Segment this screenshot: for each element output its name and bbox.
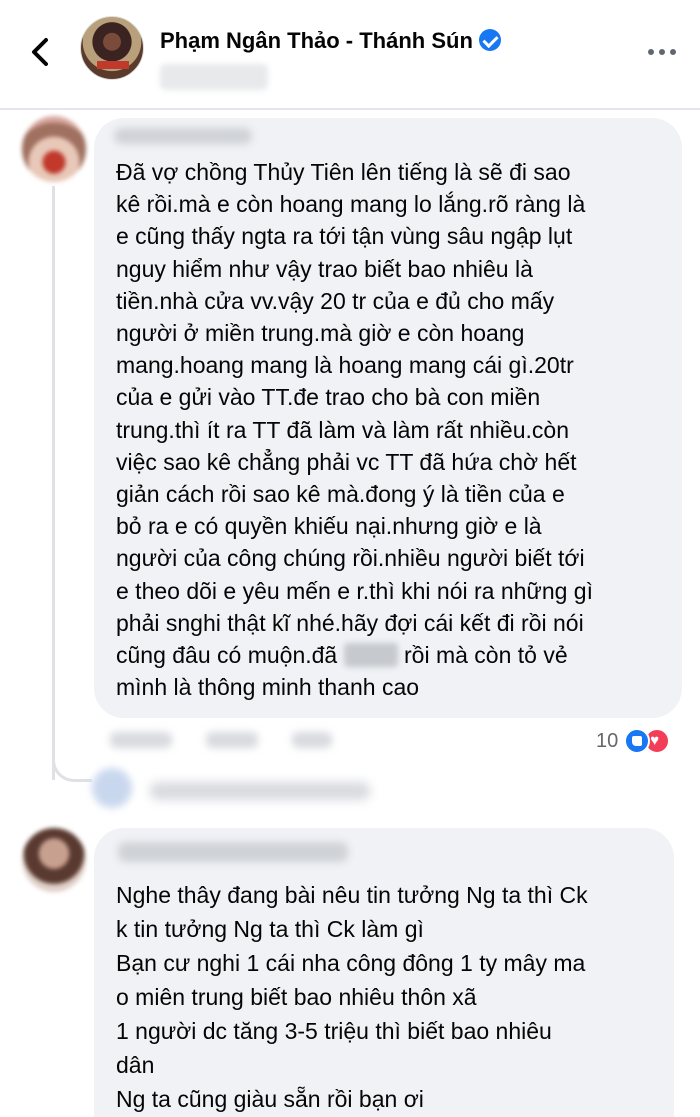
comment-line: mình là thông minh thanh cao bbox=[116, 674, 420, 701]
page-name-text[interactable]: Phạm Ngân Thảo - Thánh Sún bbox=[160, 28, 473, 53]
comment-line: dân bbox=[116, 1052, 155, 1078]
comment-line: trung.thì ít ra TT đã làm và làm rất nhi… bbox=[116, 416, 569, 443]
comment-line: k tin tưởng Ng ta thì Ck làm gì bbox=[116, 916, 424, 942]
time-blurred bbox=[292, 732, 332, 748]
post-header: Phạm Ngân Thảo - Thánh Sún bbox=[0, 0, 700, 108]
comment-line-part: cũng đâu có muộn.đã bbox=[116, 642, 338, 669]
commenter-avatar[interactable] bbox=[22, 828, 86, 892]
comment-text: Đã vợ chồng Thủy Tiên lên tiếng là sẽ đi… bbox=[116, 156, 676, 703]
page-avatar[interactable] bbox=[80, 16, 144, 80]
reply-action-blurred[interactable] bbox=[206, 732, 258, 748]
comment-line: cũng đâu có muộn.đã rồi mà còn tỏ vẻ bbox=[116, 639, 676, 671]
comment-bubble: Nghe thây đang bài nêu tin tưởng Ng ta t… bbox=[94, 828, 674, 1117]
commenter-name-blurred[interactable] bbox=[114, 128, 252, 144]
censored-word bbox=[343, 643, 398, 668]
comment-line: o miên trung biết bao nhiêu thôn xã bbox=[116, 984, 477, 1010]
more-dot bbox=[670, 49, 676, 55]
header-divider bbox=[0, 108, 700, 110]
reply-preview-blurred[interactable] bbox=[150, 782, 370, 800]
comment-line: kê rồi.mà e còn hoang mang lo lắng.rõ rà… bbox=[116, 191, 586, 218]
comment-text: Nghe thây đang bài nêu tin tưởng Ng ta t… bbox=[116, 878, 666, 1116]
back-button[interactable] bbox=[24, 34, 60, 70]
like-action-blurred[interactable] bbox=[110, 732, 172, 748]
comment-line: Đã vợ chồng Thủy Tiên lên tiếng là sẽ đi… bbox=[116, 159, 571, 185]
reaction-count: 10 bbox=[596, 729, 619, 752]
comment-line: e theo dõi e yêu mến e r.thì khi nói ra … bbox=[116, 577, 593, 604]
comment-line: bỏ ra e có quyền khiếu nại.nhưng giờ e l… bbox=[116, 513, 542, 540]
comment-line: tiền.nhà cửa vv.vậy 20 tr của e đủ cho m… bbox=[116, 287, 555, 314]
reply-connector bbox=[52, 748, 92, 782]
comment-line: người của công chúng rồi.nhiều người biế… bbox=[116, 545, 585, 572]
comment-line: người ở miền trung.mà giờ e còn hoang bbox=[116, 320, 525, 347]
comment-line-part: rồi mà còn tỏ vẻ bbox=[404, 642, 568, 669]
comment-line: việc sao kê chẳng phải vc TT đã hứa chờ … bbox=[116, 448, 577, 475]
post-timestamp-blurred bbox=[160, 64, 268, 90]
reply-avatar-blurred[interactable] bbox=[92, 768, 132, 808]
commenter-name-blurred[interactable] bbox=[118, 842, 348, 862]
comment-line: mang.hoang mang là hoang mang cái gì.20t… bbox=[116, 352, 574, 379]
comment-line: phải snghi thật kĩ nhé.hãy đợi cái kết đ… bbox=[116, 609, 584, 636]
comment-line: giản cách rồi sao kê mà.đong ý là tiền c… bbox=[116, 481, 565, 508]
page-name[interactable]: Phạm Ngân Thảo - Thánh Sún bbox=[160, 28, 501, 54]
more-options-button[interactable] bbox=[648, 44, 684, 60]
comment-line: Ng ta cũng giàu sẵn rồi bạn ơi bbox=[116, 1086, 424, 1112]
more-horizontal-icon bbox=[648, 49, 654, 55]
comment-line: Nghe thây đang bài nêu tin tưởng Ng ta t… bbox=[116, 882, 588, 908]
verified-badge-icon bbox=[478, 29, 501, 51]
comment-line: nguy hiểm như vậy trao biết bao nhiêu là bbox=[116, 255, 533, 282]
like-reaction-icon bbox=[624, 728, 651, 754]
reaction-summary[interactable]: 10 bbox=[596, 727, 671, 755]
comment-line: 1 người dc tăng 3-5 triệu thì biết bao n… bbox=[116, 1018, 552, 1044]
comment-line: e cũng thấy ngta ra tới tận vùng sâu ngậ… bbox=[116, 223, 573, 250]
comment-line: của e gửi vào TT.đe trao cho bà con miền bbox=[116, 384, 541, 411]
commenter-avatar[interactable] bbox=[22, 116, 86, 182]
chevron-left-icon bbox=[32, 38, 48, 66]
thread-line bbox=[52, 186, 55, 780]
comment-line: Bạn cư nghi 1 cái nha công đông 1 ty mây… bbox=[116, 950, 586, 976]
more-dot bbox=[659, 49, 665, 55]
comment-bubble: Đã vợ chồng Thủy Tiên lên tiếng là sẽ đi… bbox=[94, 118, 682, 718]
